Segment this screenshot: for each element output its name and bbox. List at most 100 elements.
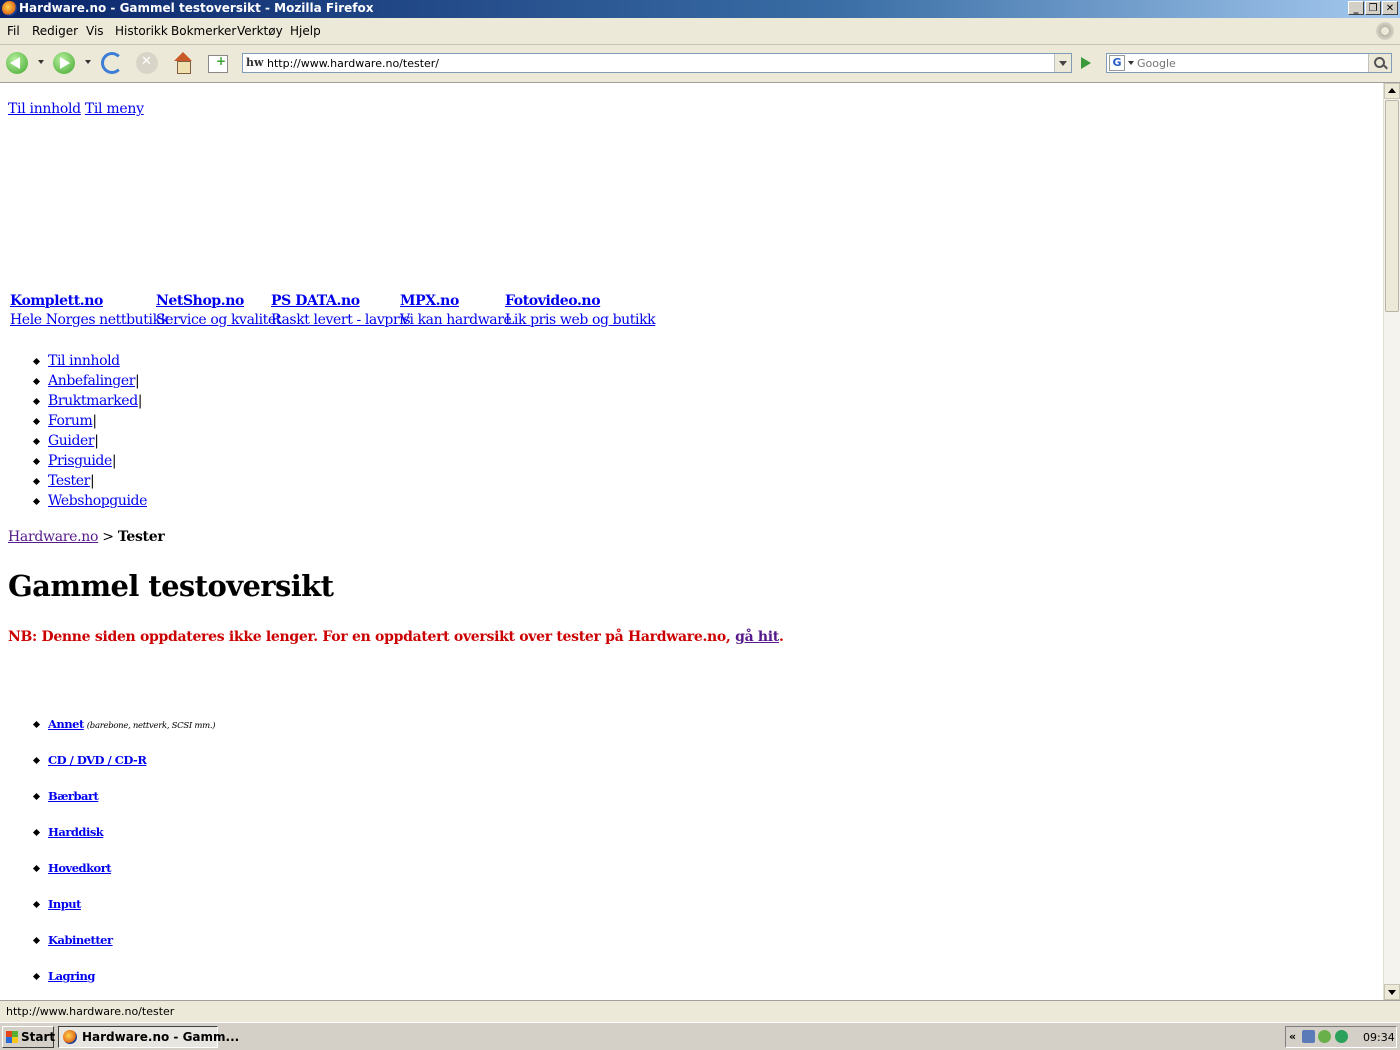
status-text: http://www.hardware.no/tester xyxy=(6,1005,175,1018)
reload-icon[interactable] xyxy=(101,52,123,74)
notice-text: NB: Denne siden oppdateres ikke lenger. … xyxy=(8,629,736,645)
partner-name[interactable]: NetShop.no xyxy=(156,293,281,309)
menu-fil[interactable]: Fil xyxy=(7,24,20,38)
menu-rediger[interactable]: Rediger xyxy=(32,24,78,38)
menu-verktoy[interactable]: Verktøy xyxy=(237,24,283,38)
forward-history-dropdown-icon[interactable] xyxy=(85,60,91,66)
main-menu: Til innhold Anbefalinger| Bruktmarked| F… xyxy=(0,351,147,511)
url-text[interactable]: http://www.hardware.no/tester/ xyxy=(267,57,439,70)
menu-separator: | xyxy=(135,373,140,389)
breadcrumb: Hardware.no > Tester xyxy=(8,529,165,545)
back-history-dropdown-icon[interactable] xyxy=(38,60,44,66)
stop-icon[interactable] xyxy=(136,52,158,74)
menu-link-webshopguide[interactable]: Webshopguide xyxy=(48,493,147,509)
network-icon[interactable] xyxy=(1302,1030,1315,1043)
go-button[interactable] xyxy=(1076,54,1096,72)
scroll-down-icon[interactable] xyxy=(1384,984,1400,1000)
menu-item: Bruktmarked| xyxy=(48,391,147,411)
menu-historikk[interactable]: Historikk xyxy=(115,24,168,38)
partner-name[interactable]: Komplett.no xyxy=(10,293,169,309)
partner-mpx: MPX.no Vi kan hardware xyxy=(400,293,512,328)
menu-link-til-innhold[interactable]: Til innhold xyxy=(48,353,120,369)
category-item: Annet (barebone, nettverk, SCSI mm.) xyxy=(48,717,216,753)
category-link-harddisk[interactable]: Harddisk xyxy=(48,825,104,839)
search-icon[interactable] xyxy=(1368,54,1391,72)
menu-link-forum[interactable]: Forum xyxy=(48,413,93,429)
status-bar: http://www.hardware.no/tester xyxy=(0,1000,1400,1022)
notice-link[interactable]: gå hit xyxy=(735,629,779,645)
menu-link-prisguide[interactable]: Prisguide xyxy=(48,453,112,469)
taskbar-item-label: Hardware.no - Gamm... xyxy=(82,1030,240,1044)
skip-to-menu-link[interactable]: Til meny xyxy=(85,101,144,117)
start-label: Start xyxy=(21,1030,56,1044)
update-icon[interactable] xyxy=(1335,1030,1348,1043)
partner-tagline[interactable]: Raskt levert - lavpris xyxy=(271,312,411,328)
category-link-cd-dvd[interactable]: CD / DVD / CD-R xyxy=(48,753,147,767)
menu-item: Anbefalinger| xyxy=(48,371,147,391)
window-title: Hardware.no - Gammel testoversikt - Mozi… xyxy=(19,1,374,15)
close-button[interactable]: ✕ xyxy=(1382,1,1398,15)
partner-name[interactable]: Fotovideo.no xyxy=(505,293,655,309)
category-item: Kabinetter xyxy=(48,933,215,969)
category-link-lagring[interactable]: Lagring xyxy=(48,969,95,983)
menu-hjelp[interactable]: Hjelp xyxy=(290,24,321,38)
back-icon[interactable] xyxy=(6,52,28,74)
category-item: CD / DVD / CD-R xyxy=(48,753,215,789)
menu-item: Forum| xyxy=(48,411,147,431)
menu-link-bruktmarked[interactable]: Bruktmarked xyxy=(48,393,138,409)
security-icon[interactable] xyxy=(1318,1030,1331,1043)
menu-separator: | xyxy=(137,393,143,409)
partner-name[interactable]: PS DATA.no xyxy=(271,293,410,309)
skip-to-content-link[interactable]: Til innhold xyxy=(8,101,81,117)
breadcrumb-home-link[interactable]: Hardware.no xyxy=(8,529,98,545)
partner-netshop: NetShop.no Service og kvalitet xyxy=(156,293,281,328)
firefox-icon xyxy=(2,1,17,16)
menu-link-guider[interactable]: Guider xyxy=(48,433,95,449)
partner-name[interactable]: MPX.no xyxy=(400,293,511,309)
tray-expand-icon[interactable]: « xyxy=(1289,1030,1296,1043)
minimize-button[interactable]: _ xyxy=(1348,1,1364,15)
url-dropdown-icon[interactable] xyxy=(1054,54,1071,72)
category-link-annet[interactable]: Annet xyxy=(48,717,84,731)
restore-button[interactable]: ❐ xyxy=(1365,1,1381,15)
category-item: Input xyxy=(48,897,215,933)
category-link-hovedkort[interactable]: Hovedkort xyxy=(48,861,112,875)
category-link-input[interactable]: Input xyxy=(48,897,81,911)
menu-link-anbefalinger[interactable]: Anbefalinger xyxy=(48,373,135,389)
partner-tagline[interactable]: Service og kvalitet xyxy=(156,312,281,328)
partner-tagline[interactable]: Lik pris web og butikk xyxy=(505,312,656,328)
url-bar[interactable]: hw http://www.hardware.no/tester/ xyxy=(242,53,1072,73)
menu-link-tester[interactable]: Tester xyxy=(48,473,90,489)
partner-fotovideo: Fotovideo.no Lik pris web og butikk xyxy=(505,293,656,328)
scroll-up-icon[interactable] xyxy=(1384,83,1400,99)
scroll-thumb[interactable] xyxy=(1385,100,1399,312)
new-tab-icon[interactable] xyxy=(208,54,228,73)
category-note: (barebone, nettverk, SCSI mm.) xyxy=(86,721,216,731)
menu-bar: Fil Rediger Vis Historikk Bokmerker Verk… xyxy=(0,18,1400,45)
search-input[interactable] xyxy=(1137,55,1363,71)
start-button[interactable]: Start xyxy=(2,1026,56,1048)
engine-dropdown-icon[interactable] xyxy=(1128,61,1134,65)
menu-separator: | xyxy=(94,433,99,449)
clock[interactable]: 09:34 xyxy=(1363,1031,1395,1044)
partner-tagline[interactable]: Hele Norges nettbutikk xyxy=(10,312,169,328)
category-item: Harddisk xyxy=(48,825,215,861)
search-bar[interactable]: G xyxy=(1106,53,1392,73)
category-list: Annet (barebone, nettverk, SCSI mm.) CD /… xyxy=(0,717,216,1000)
outdated-notice: NB: Denne siden oppdateres ikke lenger. … xyxy=(8,629,784,645)
google-engine-icon[interactable]: G xyxy=(1109,55,1125,71)
breadcrumb-separator: > xyxy=(98,529,118,545)
system-tray: « 09:34 xyxy=(1285,1026,1397,1048)
taskbar-item-firefox[interactable]: Hardware.no - Gamm... xyxy=(58,1026,239,1048)
menu-vis[interactable]: Vis xyxy=(86,24,104,38)
partner-tagline[interactable]: Vi kan hardware xyxy=(400,312,512,328)
category-link-kabinetter[interactable]: Kabinetter xyxy=(48,933,113,947)
firefox-icon xyxy=(63,1030,77,1044)
vertical-scrollbar[interactable] xyxy=(1383,83,1400,1000)
category-link-baerbart[interactable]: Bærbart xyxy=(48,789,99,803)
menu-bokmerker[interactable]: Bokmerker xyxy=(171,24,236,38)
menu-separator: | xyxy=(89,473,95,489)
home-icon[interactable] xyxy=(172,52,194,74)
window-titlebar[interactable]: Hardware.no - Gammel testoversikt - Mozi… xyxy=(0,0,1400,18)
forward-icon[interactable] xyxy=(53,52,75,74)
